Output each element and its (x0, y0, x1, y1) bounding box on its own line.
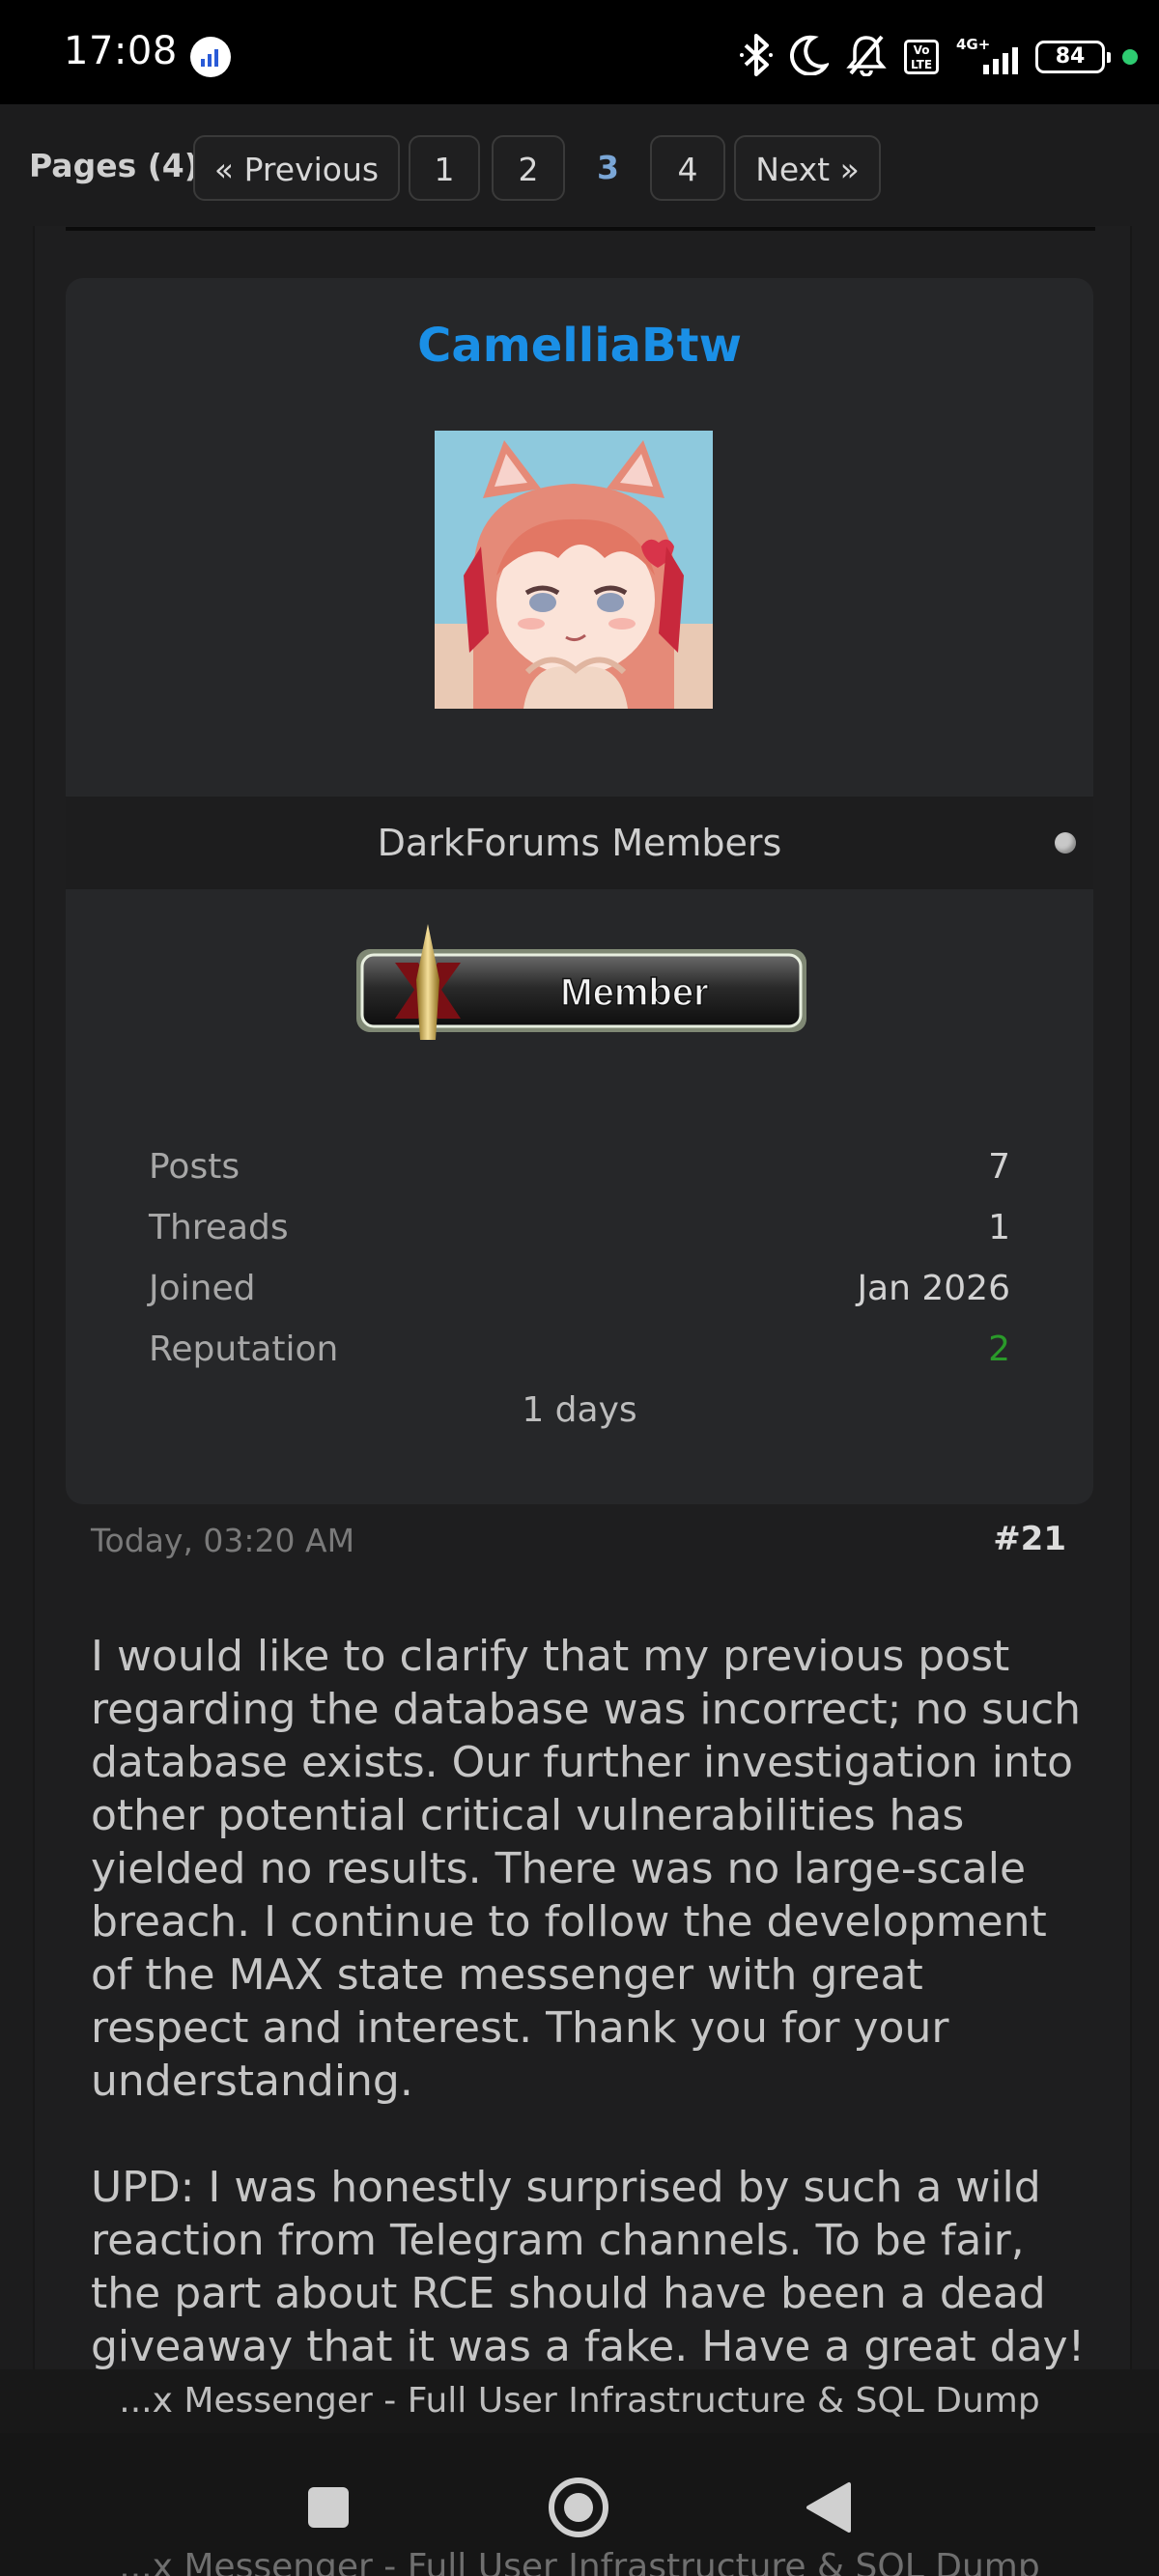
rank-badge-label: Member (560, 971, 708, 1014)
bell-off-icon (846, 34, 887, 80)
current-page: 3 (597, 149, 619, 186)
pagination-label: Pages (4): (29, 147, 212, 184)
author-username[interactable]: CamelliaBtw (66, 319, 1093, 373)
moon-icon (790, 35, 831, 79)
member-rank-badge: Member (351, 922, 814, 1048)
online-status-icon (1055, 832, 1076, 854)
stat-threads-label: Threads (149, 1208, 289, 1247)
post-date: Today, 03:20 AM (91, 1522, 355, 1559)
anime-avatar-icon[interactable] (435, 431, 713, 709)
thread-title-bar[interactable]: ...x Messenger - Full User Infrastructur… (0, 2369, 1159, 2433)
stat-joined-label: Joined (149, 1269, 256, 1308)
thread-title: ...x Messenger - Full User Infrastructur… (119, 2381, 1040, 2421)
pagination: Pages (4): « Previous 1 2 3 4 Next » (0, 104, 1159, 226)
status-bar: 17:08 Vo LTE 4G+ 84 (0, 0, 1159, 104)
stat-reputation-label: Reputation (149, 1330, 339, 1369)
page-2-button[interactable]: 2 (492, 135, 565, 201)
user-group-bar: DarkForums Members (66, 797, 1093, 889)
page-1-button[interactable]: 1 (409, 135, 480, 201)
bluetooth-icon (740, 34, 773, 80)
previous-page-button[interactable]: « Previous (193, 135, 400, 201)
profile-extra-days: 1 days (522, 1390, 637, 1430)
stat-threads-value: 1 (988, 1208, 1010, 1247)
user-group-name: DarkForums Members (377, 822, 782, 864)
page-4-button[interactable]: 4 (650, 135, 725, 201)
app-notification-icon (190, 37, 231, 77)
stat-posts-value: 7 (988, 1147, 1010, 1187)
battery-icon: 84 (1035, 41, 1111, 73)
signal-icon: 4G+ (956, 36, 1018, 76)
system-navigation-bar: ...x Messenger - Full User Infrastructur… (0, 2433, 1159, 2576)
back-icon[interactable] (790, 2474, 867, 2541)
stat-reputation-value[interactable]: 2 (988, 1330, 1010, 1369)
post-divider (66, 227, 1095, 231)
thread-title-ghost: ...x Messenger - Full User Infrastructur… (119, 2547, 1040, 2576)
stat-posts-label: Posts (149, 1147, 240, 1187)
post-body: I would like to clarify that my previous… (91, 1630, 1086, 2426)
recent-apps-icon[interactable] (290, 2474, 367, 2541)
home-icon[interactable] (540, 2474, 617, 2541)
status-time: 17:08 (64, 29, 178, 73)
volte-icon: Vo LTE (904, 40, 939, 74)
post-number-link[interactable]: #21 (993, 1520, 1066, 1558)
author-profile-card: CamelliaBtw DarkForums Members Member Po… (66, 278, 1093, 1504)
post-paragraph: I would like to clarify that my previous… (91, 1632, 1082, 2106)
active-dot-icon (1122, 49, 1138, 65)
stat-joined-value: Jan 2026 (857, 1269, 1010, 1308)
next-page-button[interactable]: Next » (734, 135, 881, 201)
